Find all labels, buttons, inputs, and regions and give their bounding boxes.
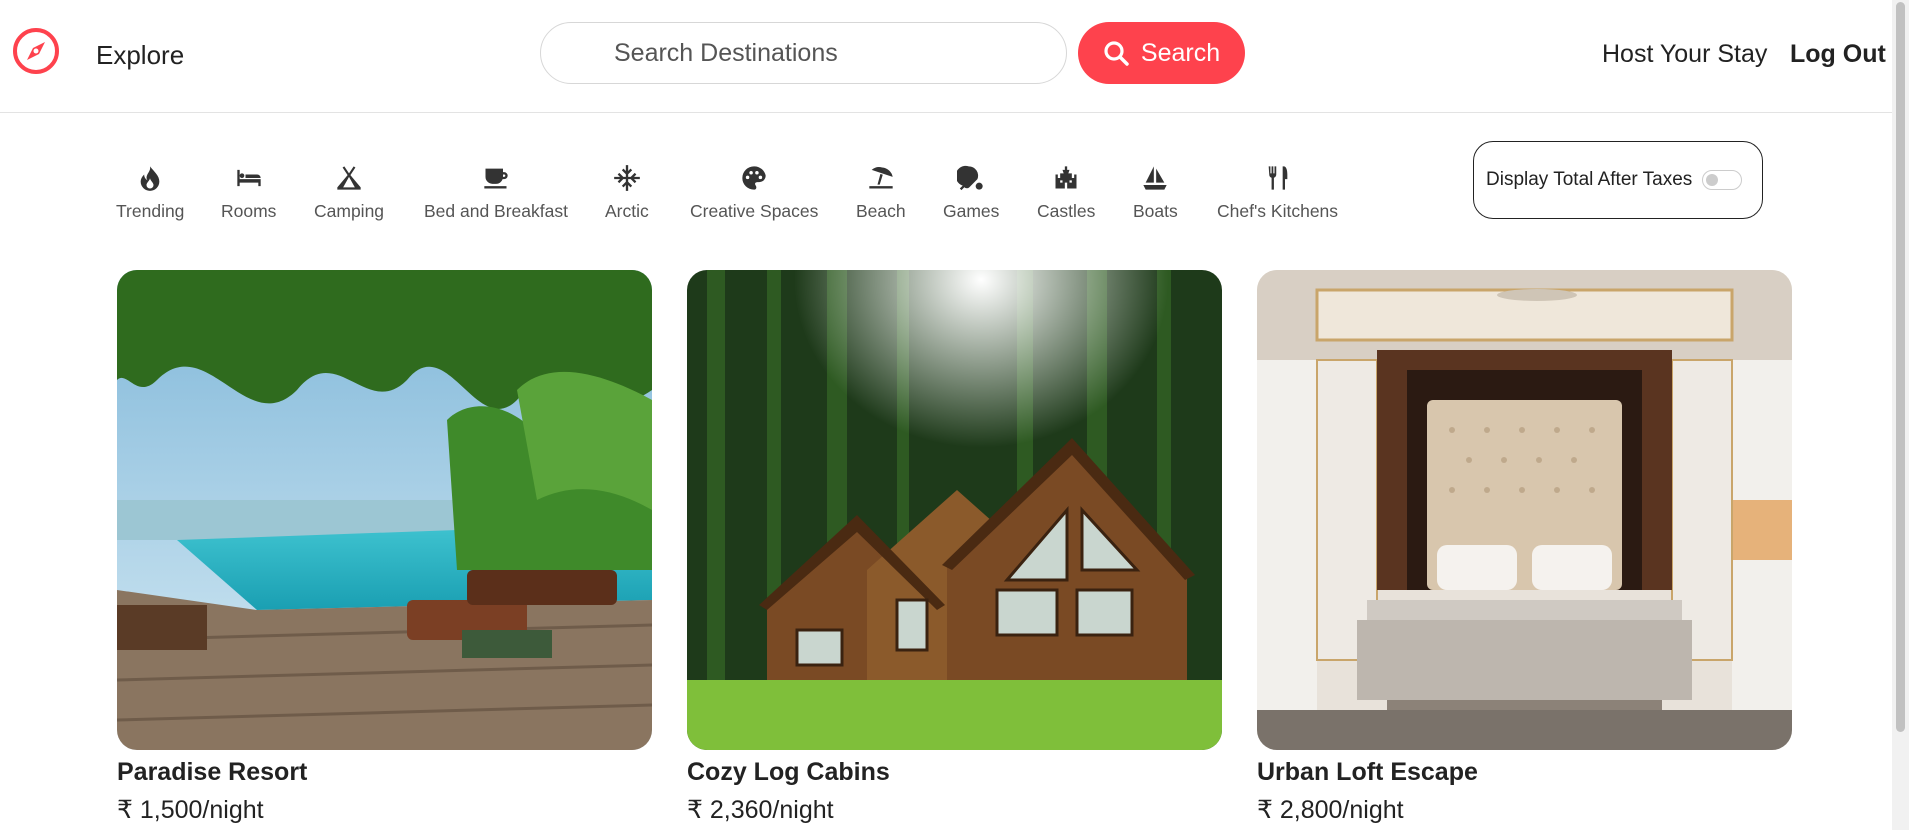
filter-trending[interactable]: Trending bbox=[116, 163, 184, 222]
listing-price: ₹ 2,360/night bbox=[687, 796, 834, 824]
forest-cabin-image[interactable] bbox=[687, 270, 1222, 750]
listing-price: ₹ 2,800/night bbox=[1257, 796, 1404, 824]
filter-chefs-kitchens[interactable]: Chef's Kitchens bbox=[1217, 163, 1338, 222]
listing-title: Paradise Resort bbox=[117, 758, 308, 786]
castle-icon bbox=[1051, 163, 1081, 193]
navbar: Explore Search Host Your Stay Log Out bbox=[0, 0, 1909, 113]
filter-label: Rooms bbox=[221, 201, 277, 221]
listing-card[interactable]: Urban Loft Escape ₹ 2,800/night bbox=[1257, 270, 1792, 825]
filter-label: Bed and Breakfast bbox=[424, 201, 568, 221]
listing-title: Cozy Log Cabins bbox=[687, 758, 890, 786]
luxury-bedroom-image[interactable] bbox=[1257, 270, 1792, 750]
compass-icon[interactable] bbox=[12, 27, 60, 75]
filter-label: Games bbox=[943, 201, 1000, 221]
snowflake-icon bbox=[612, 163, 642, 193]
filter-boats[interactable]: Boats bbox=[1133, 163, 1178, 222]
filter-label: Creative Spaces bbox=[690, 201, 819, 221]
filter-label: Trending bbox=[116, 201, 185, 221]
mug-icon bbox=[481, 163, 511, 193]
tax-toggle-box[interactable]: Display Total After Taxes bbox=[1473, 141, 1763, 219]
filter-label: Castles bbox=[1037, 201, 1096, 221]
filter-label: Arctic bbox=[605, 201, 649, 221]
filter-bed-and-breakfast[interactable]: Bed and Breakfast bbox=[424, 163, 568, 222]
filter-creative-spaces[interactable]: Creative Spaces bbox=[690, 163, 818, 222]
tax-toggle-label: Display Total After Taxes bbox=[1486, 169, 1693, 190]
search-input[interactable] bbox=[540, 22, 1067, 84]
filter-games[interactable]: Games bbox=[943, 163, 999, 222]
sailboat-icon bbox=[1140, 163, 1170, 193]
fire-icon bbox=[135, 163, 165, 193]
filter-rooms[interactable]: Rooms bbox=[221, 163, 276, 222]
filter-label: Beach bbox=[856, 201, 906, 221]
filter-castles[interactable]: Castles bbox=[1037, 163, 1095, 222]
filter-beach[interactable]: Beach bbox=[856, 163, 906, 222]
search-button[interactable]: Search bbox=[1078, 22, 1245, 84]
filter-arctic[interactable]: Arctic bbox=[605, 163, 649, 222]
umbrella-beach-icon bbox=[866, 163, 896, 193]
logout-link[interactable]: Log Out bbox=[1790, 40, 1886, 69]
filter-label: Boats bbox=[1133, 201, 1178, 221]
listing-card[interactable]: Cozy Log Cabins ₹ 2,360/night bbox=[687, 270, 1222, 825]
listing-price: ₹ 1,500/night bbox=[117, 796, 264, 824]
resort-pool-image[interactable] bbox=[117, 270, 652, 750]
ping-pong-icon bbox=[956, 163, 986, 193]
explore-link[interactable]: Explore bbox=[96, 40, 184, 71]
bed-icon bbox=[234, 163, 264, 193]
switch-knob bbox=[1706, 174, 1719, 186]
filter-label: Chef's Kitchens bbox=[1217, 201, 1339, 221]
tax-toggle-switch[interactable] bbox=[1702, 170, 1743, 190]
tent-icon bbox=[334, 163, 364, 193]
utensils-icon bbox=[1263, 163, 1293, 193]
search-button-label: Search bbox=[1140, 38, 1221, 67]
filter-camping[interactable]: Camping bbox=[314, 163, 384, 222]
listing-card[interactable]: Paradise Resort ₹ 1,500/night bbox=[117, 270, 652, 825]
listing-title: Urban Loft Escape bbox=[1257, 758, 1478, 786]
filter-label: Camping bbox=[314, 201, 385, 221]
host-your-stay-link[interactable]: Host Your Stay bbox=[1602, 40, 1767, 69]
palette-icon bbox=[739, 163, 769, 193]
search-icon bbox=[1104, 41, 1129, 66]
scrollbar-thumb[interactable] bbox=[1896, 2, 1905, 732]
